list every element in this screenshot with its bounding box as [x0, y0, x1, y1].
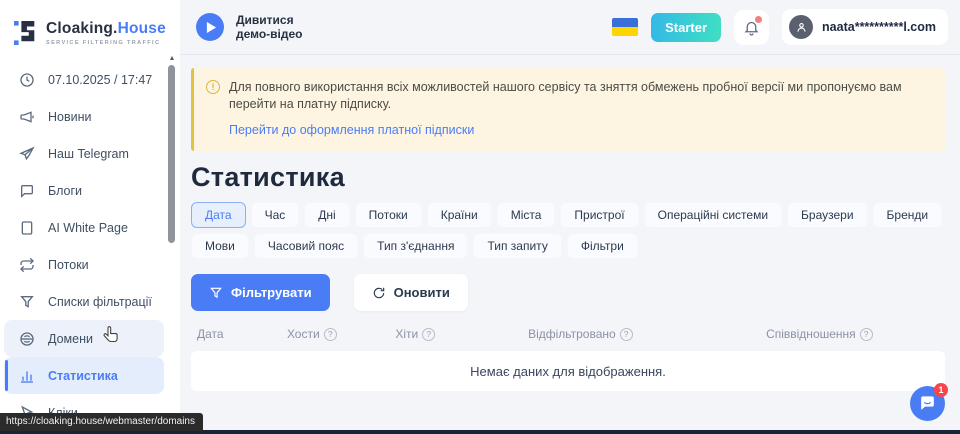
avatar — [789, 15, 813, 39]
sidebar-item-ai-white-page[interactable]: AI White Page — [4, 209, 164, 246]
tab-timezone[interactable]: Часовий пояс — [254, 233, 358, 259]
plan-badge[interactable]: Starter — [651, 13, 721, 42]
paper-plane-icon — [19, 146, 35, 162]
topbar: Дивитися демо-відео Starter naata*******… — [180, 0, 960, 55]
sidebar-item-label: Списки фільтрації — [48, 295, 152, 309]
chat-bubble-icon — [19, 183, 35, 199]
tab-request-type[interactable]: Тип запиту — [473, 233, 561, 259]
column-header-filtered: Відфільтровано? — [467, 327, 694, 341]
user-menu[interactable]: naata**********l.com — [782, 9, 948, 45]
bar-chart-icon — [19, 368, 35, 384]
chat-unread-badge: 1 — [934, 383, 948, 397]
tab-date[interactable]: Дата — [191, 202, 246, 228]
sidebar-item-datetime[interactable]: 07.10.2025 / 17:47 — [4, 61, 164, 98]
tab-cities[interactable]: Міста — [497, 202, 556, 228]
document-icon — [19, 220, 35, 236]
sidebar-item-label: 07.10.2025 / 17:47 — [48, 73, 152, 87]
sidebar: Cloaking.House SERVICE FILTERING TRAFFIC… — [0, 0, 180, 434]
support-chat-button[interactable]: 1 — [910, 386, 945, 421]
funnel-icon — [19, 294, 35, 310]
banner-message: Для повного використання всіх можливосте… — [229, 79, 931, 113]
column-header-hits: Хіти? — [364, 327, 467, 341]
tab-streams[interactable]: Потоки — [355, 202, 422, 228]
sidebar-scrollbar[interactable]: ▲ ▼ — [167, 55, 177, 428]
scroll-up-arrow[interactable]: ▲ — [167, 55, 177, 63]
scrollbar-thumb[interactable] — [168, 65, 175, 243]
filter-button[interactable]: Фільтрувати — [191, 274, 330, 311]
sidebar-item-streams[interactable]: Потоки — [4, 246, 164, 283]
sidebar-item-label: Домени — [48, 332, 93, 346]
refresh-button[interactable]: Оновити — [354, 274, 468, 311]
sidebar-item-domains[interactable]: Домени — [4, 320, 164, 357]
person-icon — [795, 21, 808, 34]
logo-icon — [14, 19, 38, 47]
stats-tabs: Дата Час Дні Потоки Країни Міста Пристро… — [191, 202, 945, 259]
demo-video-label: Дивитися демо-відео — [236, 13, 303, 41]
logo[interactable]: Cloaking.House SERVICE FILTERING TRAFFIC — [0, 0, 180, 55]
help-icon[interactable]: ? — [620, 328, 633, 341]
sidebar-item-filter-lists[interactable]: Списки фільтрації — [4, 283, 164, 320]
megaphone-icon — [19, 109, 35, 125]
refresh-icon — [372, 286, 386, 300]
chat-widget-icon — [918, 394, 937, 413]
repeat-arrows-icon — [19, 257, 35, 273]
notifications-button[interactable] — [734, 10, 769, 45]
trial-warning-banner: ! Для повного використання всіх можливос… — [191, 68, 945, 151]
sidebar-item-statistics[interactable]: Статистика — [4, 357, 164, 394]
funnel-icon — [209, 286, 223, 300]
table-header: Дата Хости? Хіти? Відфільтровано? Співві… — [191, 327, 945, 341]
tab-countries[interactable]: Країни — [427, 202, 492, 228]
action-buttons: Фільтрувати Оновити — [191, 274, 945, 311]
browser-status-url: https://cloaking.house/webmaster/domains — [0, 413, 203, 431]
warning-icon: ! — [206, 80, 220, 94]
play-icon[interactable] — [196, 13, 224, 41]
page-title: Статистика — [191, 162, 945, 193]
column-header-ratio: Співвідношення? — [694, 327, 945, 341]
sidebar-item-label: Потоки — [48, 258, 89, 272]
tab-filters[interactable]: Фільтри — [567, 233, 638, 259]
column-header-date: Дата — [191, 327, 260, 341]
sidebar-item-label: Наш Telegram — [48, 147, 129, 161]
tab-operating-systems[interactable]: Операційні системи — [644, 202, 782, 228]
tab-browsers[interactable]: Браузери — [787, 202, 868, 228]
tab-languages[interactable]: Мови — [191, 233, 249, 259]
sidebar-item-label: Блоги — [48, 184, 82, 198]
sidebar-item-blogs[interactable]: Блоги — [4, 172, 164, 209]
tab-devices[interactable]: Пристрої — [560, 202, 638, 228]
empty-state-row: Немає даних для відображення. — [191, 351, 945, 391]
tab-brands[interactable]: Бренди — [873, 202, 943, 228]
tab-days[interactable]: Дні — [304, 202, 349, 228]
notification-dot — [755, 16, 762, 23]
help-icon[interactable]: ? — [422, 328, 435, 341]
sidebar-item-label: AI White Page — [48, 221, 128, 235]
language-flag-ukraine[interactable] — [612, 18, 638, 36]
tab-connection-type[interactable]: Тип з'єднання — [363, 233, 468, 259]
main-content: ! Для повного використання всіх можливос… — [180, 56, 960, 429]
sidebar-item-label: Новини — [48, 110, 92, 124]
user-email: naata**********l.com — [822, 20, 936, 34]
brand-tagline: SERVICE FILTERING TRAFFIC — [46, 40, 166, 46]
sidebar-nav: 07.10.2025 / 17:47 Новини Наш Telegram Б… — [0, 55, 180, 431]
column-header-hosts: Хости? — [260, 327, 363, 341]
tab-time[interactable]: Час — [251, 202, 300, 228]
help-icon[interactable]: ? — [324, 328, 337, 341]
subscription-link[interactable]: Перейти до оформлення платної підписки — [229, 122, 474, 139]
sidebar-item-telegram[interactable]: Наш Telegram — [4, 135, 164, 172]
clock-icon — [19, 72, 35, 88]
demo-video-button[interactable]: Дивитися демо-відео — [196, 13, 303, 41]
brand-name: Cloaking.House — [46, 20, 166, 38]
sidebar-item-label: Статистика — [48, 369, 118, 383]
help-icon[interactable]: ? — [860, 328, 873, 341]
globe-icon — [19, 331, 35, 347]
sidebar-item-news[interactable]: Новини — [4, 98, 164, 135]
